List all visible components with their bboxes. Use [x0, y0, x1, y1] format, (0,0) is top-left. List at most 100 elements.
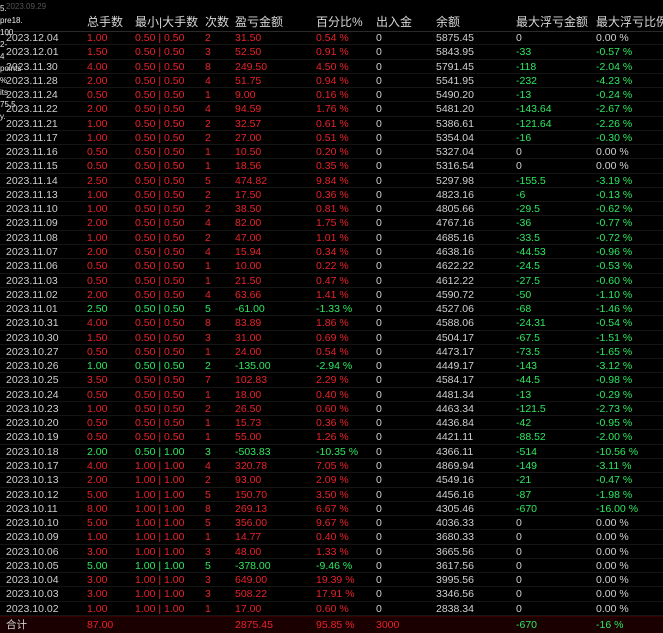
row-count: 1: [205, 417, 211, 430]
row-count: 5: [205, 559, 211, 572]
row-percent: -2.94 %: [316, 360, 353, 373]
row-pnl: 15.94: [235, 245, 262, 258]
row-balance: 4638.16: [436, 245, 474, 258]
row-date: 2023.11.01: [6, 303, 58, 316]
row-flow: 0: [376, 502, 382, 515]
row-percent: 2.09 %: [316, 474, 349, 487]
row-total-lots: 1.00: [87, 231, 108, 244]
row-pnl: 47.00: [235, 231, 262, 244]
table-row: 2023.11.16 0.50 0.50 | 0.50 1 10.50 0.20 % 0 53…: [0, 145, 663, 160]
row-pnl: 51.75: [235, 74, 262, 87]
row-min-max-lots: 0.50 | 0.50: [135, 131, 185, 144]
row-percent: 1.01 %: [316, 231, 349, 244]
row-balance: 4869.94: [436, 459, 474, 472]
row-min-max-lots: 0.50 | 0.50: [135, 188, 185, 201]
row-max-float-loss: -67.5: [516, 331, 540, 344]
total-label: 合计: [6, 619, 27, 631]
overlay-fragment: 75.5: [0, 101, 16, 109]
row-count: 5: [205, 303, 211, 316]
row-percent: 0.81 %: [316, 203, 349, 216]
row-flow: 0: [376, 174, 382, 187]
row-pnl: 269.13: [235, 502, 268, 515]
row-balance: 4805.66: [436, 203, 474, 216]
row-flow: 0: [376, 474, 382, 487]
row-min-max-lots: 0.50 | 0.50: [135, 32, 185, 44]
row-max-float-loss: -155.5: [516, 174, 546, 187]
row-flow: 0: [376, 188, 382, 201]
row-flow: 0: [376, 160, 382, 173]
row-pnl: -378.00: [235, 559, 271, 572]
row-max-float-loss: 0: [516, 559, 522, 572]
report-table: 2023.12.04 1.00 0.50 | 0.50 2 31.50 0.54 % 0 58…: [0, 31, 663, 631]
row-flow: 0: [376, 431, 382, 444]
row-flow: 0: [376, 74, 382, 87]
row-max-float-loss: -21: [516, 474, 532, 487]
row-pnl: -61.00: [235, 303, 265, 316]
row-total-lots: 2.00: [87, 74, 108, 87]
row-min-max-lots: 0.50 | 0.50: [135, 317, 185, 330]
row-percent: 9.84 %: [316, 174, 349, 187]
row-balance: 5541.95: [436, 74, 474, 87]
row-max-float-ratio: 0.00 %: [596, 588, 629, 601]
row-max-float-loss: -118: [516, 60, 537, 73]
row-balance: 4685.16: [436, 231, 474, 244]
row-max-float-loss: 0: [516, 602, 522, 615]
row-pnl: 14.77: [235, 531, 262, 544]
row-total-lots: 0.50: [87, 417, 108, 430]
row-max-float-loss: -6: [516, 188, 526, 201]
row-balance: 4549.16: [436, 474, 474, 487]
row-balance: 4504.17: [436, 331, 474, 344]
row-percent: 4.50 %: [316, 60, 349, 73]
row-max-float-ratio: -0.13 %: [596, 188, 633, 201]
row-date: 2023.10.03: [6, 588, 59, 601]
row-date: 2023.10.31: [6, 317, 59, 330]
row-max-float-ratio: -3.11 %: [596, 459, 632, 472]
row-pnl: 82.00: [235, 217, 262, 230]
row-max-float-ratio: 0.00 %: [596, 531, 629, 544]
row-flow: 0: [376, 317, 382, 330]
row-total-lots: 3.00: [87, 588, 108, 601]
row-balance: 4481.34: [436, 388, 474, 401]
row-max-float-loss: -232: [516, 74, 538, 87]
row-date: 2023.10.12: [6, 488, 59, 501]
overlay-fragment: pre18.0: [0, 17, 22, 25]
row-percent: 1.86 %: [316, 317, 349, 330]
row-date: 2023.10.23: [6, 402, 59, 415]
table-row: 2023.10.17 4.00 1.00 | 1.00 4 320.78 7.05 % 0 4…: [0, 459, 663, 474]
row-balance: 4366.11: [436, 445, 474, 458]
row-flow: 0: [376, 531, 382, 544]
header-percent: 百分比%: [316, 15, 363, 29]
row-total-lots: 2.00: [87, 103, 108, 116]
row-count: 1: [205, 89, 211, 102]
row-count: 4: [205, 103, 211, 116]
row-min-max-lots: 0.50 | 0.50: [135, 303, 185, 316]
row-date: 2023.11.02: [6, 288, 58, 301]
row-min-max-lots: 0.50 | 0.50: [135, 117, 185, 130]
table-row: 2023.11.17 1.00 0.50 | 0.50 2 27.00 0.51 % 0 53…: [0, 131, 663, 146]
row-min-max-lots: 1.00 | 1.00: [135, 488, 185, 501]
row-flow: 0: [376, 459, 382, 472]
row-percent: 0.61 %: [316, 117, 349, 130]
row-balance: 5327.04: [436, 146, 474, 159]
total-max-float-ratio: -16 %: [596, 619, 624, 631]
row-max-float-loss: 0: [516, 32, 522, 44]
row-flow: 0: [376, 131, 382, 144]
row-count: 1: [205, 431, 211, 444]
row-pnl: 320.78: [235, 459, 268, 472]
row-total-lots: 1.50: [87, 331, 108, 344]
row-balance: 4421.11: [436, 431, 474, 444]
table-row: 2023.10.10 5.00 1.00 | 1.00 5 356.00 9.67 % 0 4…: [0, 516, 663, 531]
row-max-float-ratio: -2.04 %: [596, 60, 633, 73]
table-row: 2023.10.30 1.50 0.50 | 0.50 3 31.00 0.69 % 0 45…: [0, 331, 663, 345]
row-date: 2023.10.20: [6, 417, 59, 430]
row-count: 1: [205, 388, 211, 401]
row-date: 2023.11.08: [6, 231, 58, 244]
row-total-lots: 4.00: [87, 459, 108, 472]
overlay-fragment: 4: [0, 53, 5, 61]
row-total-lots: 1.00: [87, 131, 108, 144]
row-count: 1: [205, 160, 211, 173]
table-row: 2023.10.18 2.00 0.50 | 1.00 3 -503.83 -10.35 …: [0, 445, 663, 459]
row-max-float-loss: -121.64: [516, 117, 552, 130]
row-max-float-ratio: -16.00 %: [596, 502, 639, 515]
row-min-max-lots: 0.50 | 0.50: [135, 331, 185, 344]
